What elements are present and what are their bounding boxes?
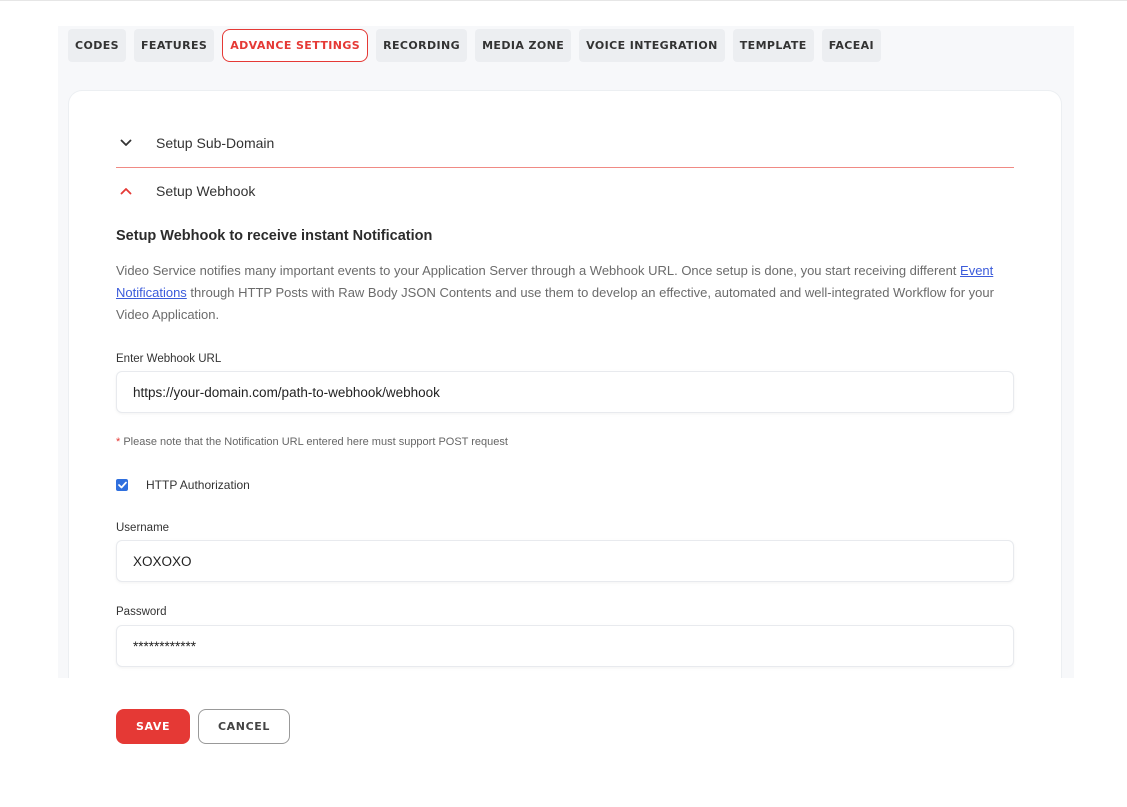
http-authorization-checkbox[interactable] xyxy=(116,479,128,491)
tab-features[interactable]: FEATURES xyxy=(134,29,215,62)
tab-faceai[interactable]: FACEAI xyxy=(821,29,882,62)
webhook-url-input[interactable]: https://your-domain.com/path-to-webhook/… xyxy=(116,371,1014,413)
cancel-button[interactable]: CANCEL xyxy=(198,709,290,744)
note-text: Please note that the Notification URL en… xyxy=(120,436,508,448)
http-authorization-row: HTTP Authorization xyxy=(116,478,250,492)
chevron-down-icon xyxy=(116,133,136,153)
webhook-description: Video Service notifies many important ev… xyxy=(116,260,1016,326)
tab-template[interactable]: TEMPLATE xyxy=(732,29,814,62)
password-input[interactable]: ************ xyxy=(116,625,1014,667)
checkmark-icon xyxy=(117,481,127,489)
save-button[interactable]: SAVE xyxy=(116,709,190,744)
tab-codes[interactable]: CODES xyxy=(68,29,126,62)
settings-tabs: CODES FEATURES ADVANCE SETTINGS RECORDIN… xyxy=(68,29,882,62)
tab-media-zone[interactable]: MEDIA ZONE xyxy=(475,29,572,62)
username-label: Username xyxy=(116,522,170,534)
tab-advance-settings[interactable]: ADVANCE SETTINGS xyxy=(222,29,369,62)
description-text: Video Service notifies many important ev… xyxy=(116,263,961,278)
tab-voice-integration[interactable]: VOICE INTEGRATION xyxy=(579,29,725,62)
http-authorization-label: HTTP Authorization xyxy=(146,478,250,492)
webhook-url-label: Enter Webhook URL xyxy=(116,353,222,365)
accordion-setup-subdomain[interactable]: Setup Sub-Domain xyxy=(116,133,274,153)
username-input[interactable]: XOXOXO xyxy=(116,540,1014,582)
accordion-label: Setup Webhook xyxy=(156,183,256,199)
post-request-note: * Please note that the Notification URL … xyxy=(116,436,508,448)
webhook-section-title: Setup Webhook to receive instant Notific… xyxy=(116,228,433,244)
password-label: Password xyxy=(116,606,167,618)
description-text: through HTTP Posts with Raw Body JSON Co… xyxy=(116,285,994,322)
tab-recording[interactable]: RECORDING xyxy=(376,29,468,62)
top-divider xyxy=(0,0,1127,1)
accordion-divider xyxy=(116,167,1014,168)
chevron-up-icon xyxy=(116,181,136,201)
accordion-label: Setup Sub-Domain xyxy=(156,135,275,151)
accordion-setup-webhook[interactable]: Setup Webhook xyxy=(116,181,255,201)
